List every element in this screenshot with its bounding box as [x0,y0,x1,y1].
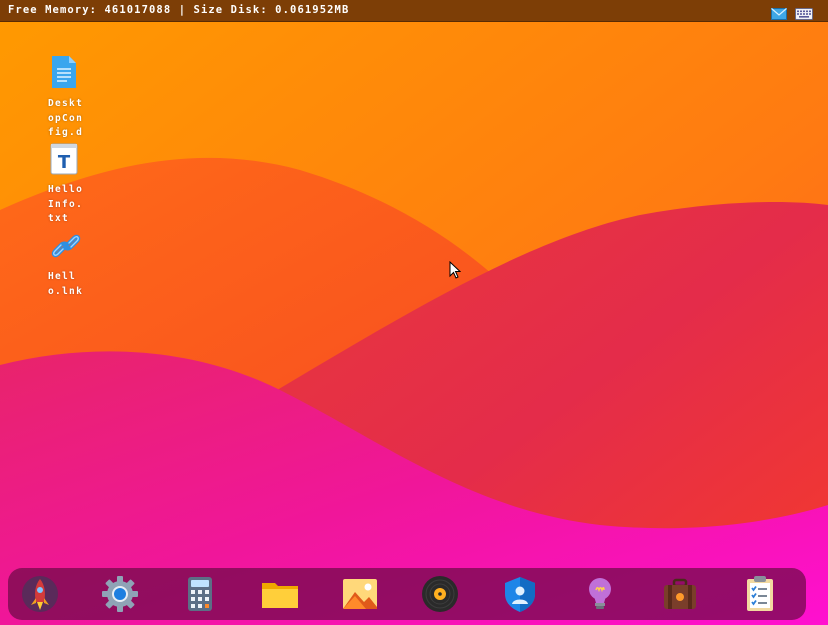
desktop[interactable]: Free Memory: 461017088 | Size Disk: 0.06… [0,0,828,625]
image-viewer-icon[interactable] [340,574,380,614]
desktop-icon-label: Hello.lnk [48,271,84,297]
lightbulb-icon[interactable] [580,574,620,614]
music-disc-icon[interactable] [420,574,460,614]
folder-icon[interactable] [260,574,300,614]
desktop-icon-label: HelloInfo.txt [48,184,84,224]
suitcase-icon[interactable] [660,574,700,614]
text-file-icon: T [50,143,90,179]
rocket-icon[interactable] [20,574,60,614]
calculator-icon[interactable] [180,574,220,614]
desktop-icon-desktopconfig[interactable]: DesktopConfig.d [44,55,90,141]
document-icon [50,55,90,93]
wallpaper-image [0,0,828,625]
clipboard-icon[interactable] [740,574,780,614]
mouse-pointer-icon [449,261,461,279]
desktop-icon-helloinfo[interactable]: T HelloInfo.txt [44,143,90,227]
svg-text:T: T [58,152,71,173]
desktop-icon-label: DesktopConfig.d [48,98,84,138]
desktop-icon-hello-link[interactable]: Hello.lnk [44,230,90,299]
keyboard-icon[interactable] [795,5,813,24]
dock [8,568,806,620]
security-shield-icon[interactable] [500,574,540,614]
mail-icon[interactable] [771,5,787,24]
status-bar: Free Memory: 461017088 | Size Disk: 0.06… [0,0,828,22]
memory-disk-status-text: Free Memory: 461017088 | Size Disk: 0.06… [8,4,350,16]
link-icon [50,230,90,266]
settings-gear-icon[interactable] [100,574,140,614]
